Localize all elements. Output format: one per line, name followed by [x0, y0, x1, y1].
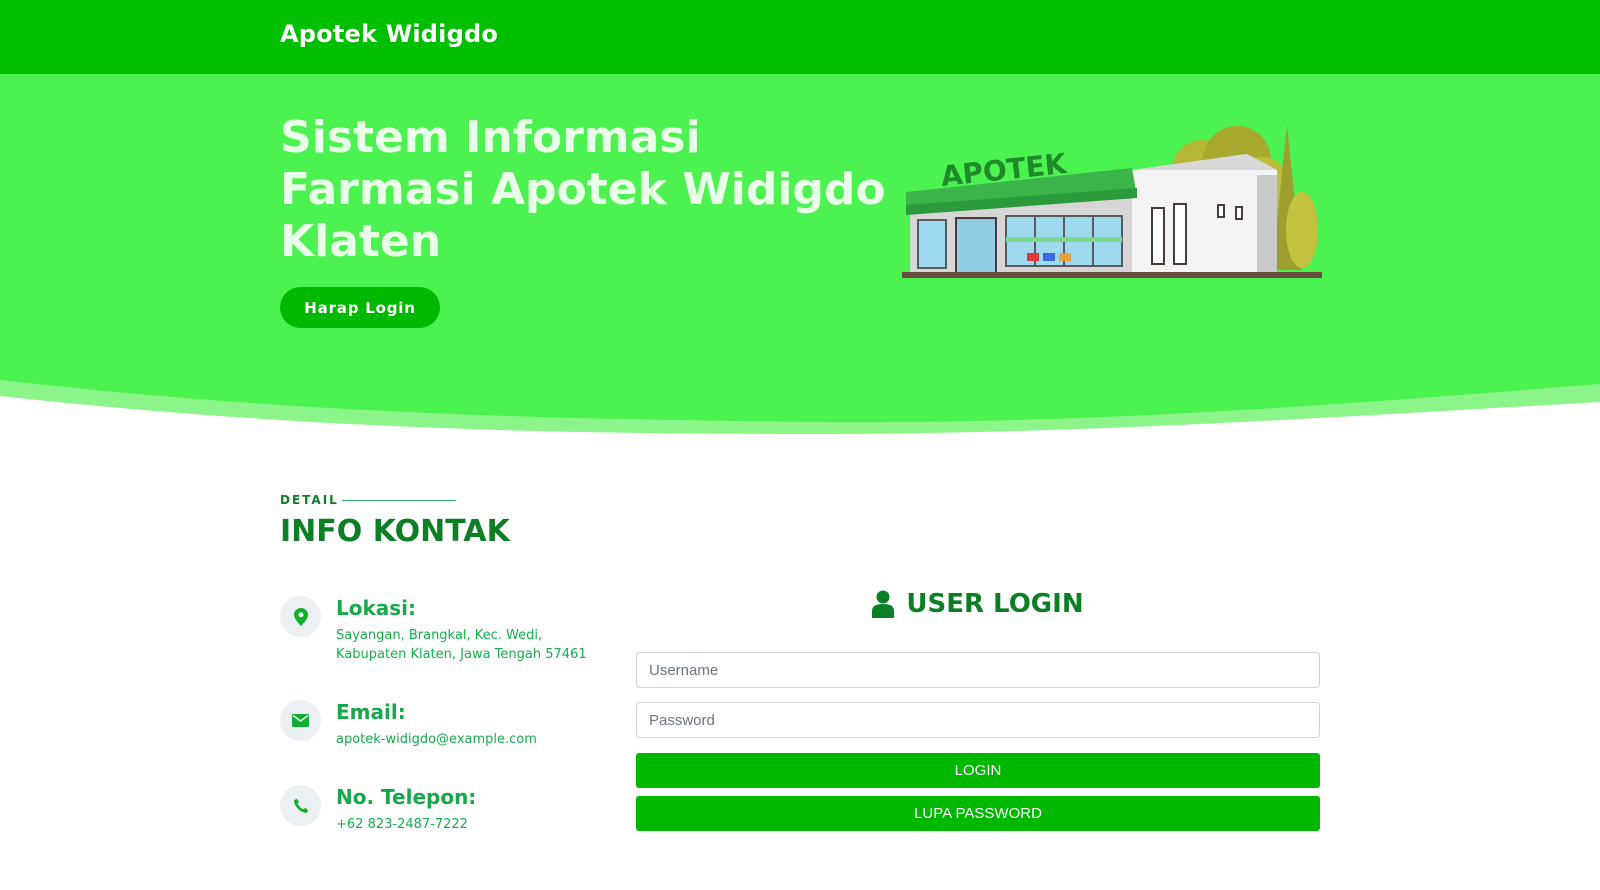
username-input[interactable]	[636, 652, 1320, 688]
forgot-password-button[interactable]: LUPA PASSWORD	[636, 796, 1320, 831]
contact-value[interactable]: +62 823-2487-7222	[336, 815, 606, 834]
phone-icon	[280, 785, 321, 826]
contact-label: Email:	[336, 700, 406, 724]
contact-label: No. Telepon:	[336, 785, 477, 809]
contact-label: Lokasi:	[336, 596, 417, 620]
section-kicker: DETAIL	[280, 493, 339, 507]
user-icon	[872, 590, 895, 618]
password-input[interactable]	[636, 702, 1320, 738]
contact-email: Email: apotek-widigdo@example.com	[280, 700, 610, 750]
kicker-divider	[342, 500, 456, 501]
contact-value[interactable]: apotek-widigdo@example.com	[336, 730, 606, 749]
contact-phone: No. Telepon: +62 823-2487-7222	[280, 785, 610, 835]
hero-title: Sistem Informasi Farmasi Apotek Widigdo …	[280, 112, 886, 267]
contact-location: Lokasi: Sayangan, Brangkal, Kec. Wedi, K…	[280, 596, 610, 666]
section-title: INFO KONTAK	[280, 514, 510, 549]
login-prompt-button[interactable]: Harap Login	[280, 287, 440, 328]
login-title: USER LOGIN	[906, 589, 1084, 619]
hero-section: Sistem Informasi Farmasi Apotek Widigdo …	[0, 74, 1600, 454]
brand-logo-text[interactable]: Apotek Widigdo	[280, 20, 498, 48]
login-heading: USER LOGIN	[636, 586, 1320, 622]
top-navbar: Apotek Widigdo	[0, 0, 1600, 74]
pharmacy-store-illustration: APOTEK	[902, 125, 1322, 278]
contact-value: Sayangan, Brangkal, Kec. Wedi, Kabupaten…	[336, 628, 587, 662]
envelope-icon	[280, 700, 321, 741]
location-pin-icon	[280, 596, 321, 637]
hero-wave-divider	[0, 380, 1600, 454]
login-button[interactable]: LOGIN	[636, 753, 1320, 788]
